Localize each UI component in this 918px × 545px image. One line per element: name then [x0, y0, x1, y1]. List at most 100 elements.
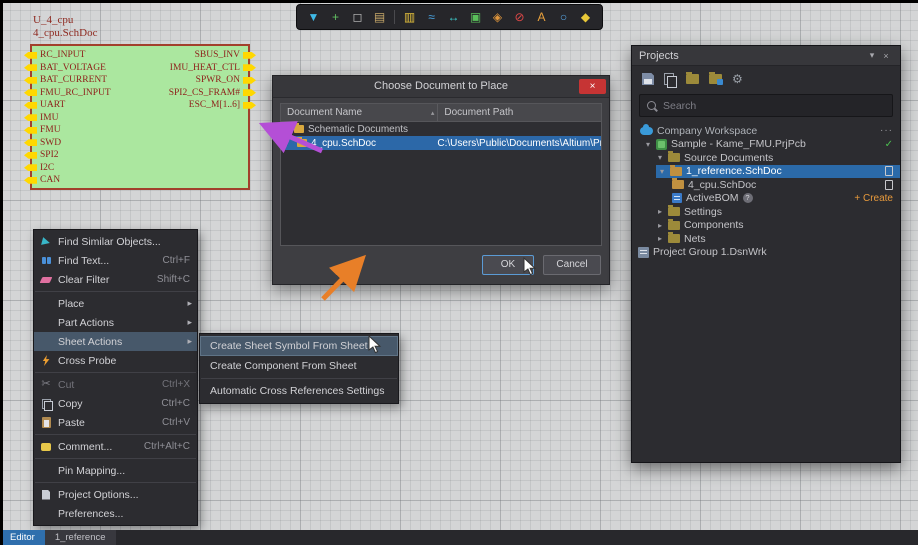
find-text-icon — [34, 257, 58, 264]
folder-icon — [668, 151, 680, 163]
menu-item-paste[interactable]: Paste Ctrl+V — [34, 413, 197, 432]
tree-item-settings[interactable]: ▸ Settings — [632, 205, 900, 219]
tag-icon[interactable]: ◈ — [488, 6, 507, 28]
table-row[interactable]: 4_cpu.SchDoc C:\Users\Public\Documents\A… — [281, 136, 601, 150]
sheet-entry[interactable]: FMU — [24, 124, 111, 137]
gear-icon[interactable]: ⚙ — [732, 72, 743, 86]
tree-item-sample-project[interactable]: ▾ Sample - Kame_FMU.PrjPcb ✓ — [632, 138, 900, 152]
sheet-actions-submenu: Create Sheet Symbol From Sheet Create Co… — [199, 333, 399, 404]
sheet-entry[interactable]: ESC_M[1..6] — [169, 99, 256, 112]
expander-icon[interactable]: ▾ — [658, 167, 666, 176]
expander-icon[interactable]: ▾ — [644, 140, 652, 149]
sheet-entry-arrow-icon — [24, 164, 37, 172]
more-options-icon[interactable]: ··· — [880, 125, 893, 136]
signal-harness-icon[interactable]: ≈ — [422, 6, 441, 28]
menu-item-cross-probe[interactable]: Cross Probe — [34, 351, 197, 370]
editor-tab[interactable]: Editor — [0, 530, 45, 545]
column-header-document-name[interactable]: Document Name ▴ — [281, 104, 439, 121]
sheet-entry[interactable]: SPWR_ON — [169, 74, 256, 87]
measure-icon[interactable]: ↔ — [444, 6, 463, 28]
sheet-entry[interactable]: SPI2 — [24, 149, 111, 162]
search-input[interactable]: Search — [639, 94, 893, 117]
sheet-entry[interactable]: SPI2_CS_FRAM# — [169, 87, 256, 100]
menu-item-place[interactable]: Place ▸ — [34, 294, 197, 313]
menu-item-project-options[interactable]: Project Options... — [34, 485, 197, 504]
sheet-entry[interactable]: IMU — [24, 112, 111, 125]
save-icon[interactable] — [642, 73, 654, 85]
documents-icon[interactable] — [664, 73, 677, 88]
toolbar-separator — [394, 10, 395, 24]
dialog-titlebar[interactable]: Choose Document to Place × — [273, 76, 609, 98]
altium-schematic-editor: ▼ + ◻ ▤ ▥ ≈ ↔ ▣ ◈ ⊘ A ○ ◆ U_4_cpu 4_cpu.… — [0, 0, 918, 545]
menu-item-pin-mapping[interactable]: Pin Mapping... — [34, 461, 197, 480]
sheet-entry[interactable]: BAT_CURRENT — [24, 74, 111, 87]
expander-icon[interactable]: ▸ — [656, 221, 664, 230]
menu-item-find-similar-objects[interactable]: Find Similar Objects... — [34, 232, 197, 251]
expander-icon[interactable]: ▸ — [656, 234, 664, 243]
expander-icon[interactable]: ▸ — [656, 207, 664, 216]
ok-button[interactable]: OK — [482, 255, 534, 275]
menu-item-preferences[interactable]: Preferences... — [34, 504, 197, 523]
tree-item-source-documents[interactable]: ▾ Source Documents — [632, 151, 900, 165]
menu-item-comment[interactable]: Comment... Ctrl+Alt+C — [34, 437, 197, 456]
new-sheet-icon[interactable]: ▣ — [466, 6, 485, 28]
tree-item-4-cpu-schdoc[interactable]: 4_cpu.SchDoc — [632, 178, 900, 192]
tree-item-label: Nets — [684, 232, 706, 245]
sheet-entry[interactable]: RC_INPUT — [24, 49, 111, 62]
sheet-entry[interactable]: I2C — [24, 162, 111, 175]
sheet-symbol[interactable]: RC_INPUT BAT_VOLTAGE BAT_CURRENT FMU_RC_… — [24, 44, 256, 190]
table-group-row[interactable]: ▾ Schematic Documents — [281, 122, 601, 136]
panel-close-icon[interactable]: × — [879, 51, 893, 61]
filter-icon[interactable]: ▼ — [304, 6, 323, 28]
sheet-entry[interactable]: FMU_RC_INPUT — [24, 87, 111, 100]
projects-panel: Projects ▾ × ⚙ Search Company Workspace … — [631, 45, 901, 463]
sheet-entry[interactable]: UART — [24, 99, 111, 112]
selection-region-icon[interactable]: ◻ — [348, 6, 367, 28]
sheet-entry-label: I2C — [40, 162, 55, 173]
text-string-icon[interactable]: A — [532, 6, 551, 28]
menu-item-sheet-actions[interactable]: Sheet Actions ▸ — [34, 332, 197, 351]
wire-icon[interactable]: + — [326, 6, 345, 28]
submenu-item-label: Create Component From Sheet — [210, 360, 357, 372]
sheet-entry-arrow-icon — [243, 101, 256, 109]
no-erc-icon[interactable]: ⊘ — [510, 6, 529, 28]
menu-separator — [35, 291, 196, 292]
tree-item-activebom[interactable]: ActiveBOM ? + Create — [632, 192, 900, 206]
cancel-button[interactable]: Cancel — [543, 255, 601, 275]
submenu-arrow-icon: ▸ — [187, 336, 192, 346]
create-link[interactable]: + Create — [854, 193, 893, 204]
expander-icon[interactable]: ▾ — [286, 125, 290, 134]
sheet-entry[interactable]: SWD — [24, 137, 111, 150]
book-icon[interactable]: ▥ — [400, 6, 419, 28]
column-header-document-path[interactable]: Document Path — [438, 104, 601, 121]
tree-item-components[interactable]: ▸ Components — [632, 218, 900, 233]
submenu-item-automatic-cross-references[interactable]: Automatic Cross References Settings — [200, 381, 398, 401]
menu-item-find-text[interactable]: Find Text... Ctrl+F — [34, 251, 197, 270]
folder-icon — [294, 123, 305, 133]
sort-icon: ▴ — [430, 109, 435, 117]
sheet-entry[interactable]: CAN — [24, 174, 111, 187]
submenu-item-create-sheet-symbol[interactable]: Create Sheet Symbol From Sheet — [200, 336, 398, 356]
document-tab-1-reference[interactable]: 1_reference — [44, 530, 116, 545]
expander-icon[interactable]: ▾ — [656, 153, 664, 162]
find-similar-icon — [34, 236, 58, 247]
project-options-icon — [34, 489, 58, 500]
sheet-entry[interactable]: IMU_HEAT_CTL — [169, 62, 256, 75]
close-button[interactable]: × — [579, 79, 606, 94]
tree-item-project-group[interactable]: Project Group 1.DsnWrk — [632, 246, 900, 260]
tree-item-company-workspace[interactable]: Company Workspace ··· — [632, 123, 900, 138]
menu-item-copy[interactable]: Copy Ctrl+C — [34, 394, 197, 413]
polygon-icon[interactable]: ◆ — [576, 6, 595, 28]
menu-item-clear-filter[interactable]: Clear Filter Shift+C — [34, 270, 197, 289]
tree-item-1-reference-schdoc[interactable]: ▾ 1_reference.SchDoc — [632, 164, 900, 178]
tree-item-nets[interactable]: ▸ Nets — [632, 232, 900, 246]
open-folder-icon[interactable] — [686, 72, 699, 84]
sheet-entry[interactable]: SBUS_INV — [169, 49, 256, 62]
menu-item-part-actions[interactable]: Part Actions ▸ — [34, 313, 197, 332]
panel-menu-icon[interactable]: ▾ — [865, 50, 879, 61]
open-project-icon[interactable] — [709, 72, 723, 85]
ellipse-icon[interactable]: ○ — [554, 6, 573, 28]
sheet-entry[interactable]: BAT_VOLTAGE — [24, 62, 111, 75]
sheet-symbol-icon[interactable]: ▤ — [370, 6, 389, 28]
submenu-item-create-component[interactable]: Create Component From Sheet — [200, 356, 398, 376]
